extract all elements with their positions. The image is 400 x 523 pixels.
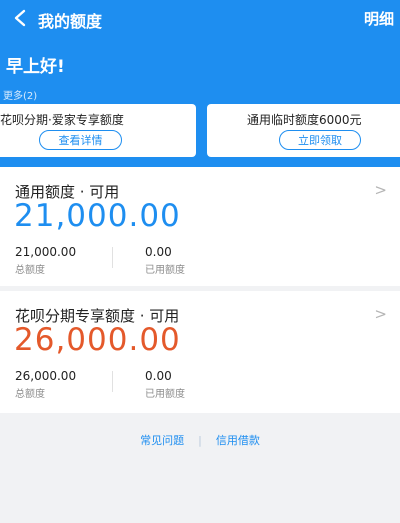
footer-separator: | xyxy=(198,433,202,447)
credit-loan-link[interactable]: 信用借款 xyxy=(216,432,260,448)
total-credit: 26,000.00 总额度 xyxy=(15,369,76,400)
total-credit-value: 21,000.00 xyxy=(15,245,77,259)
total-credit-value: 26,000.00 xyxy=(15,369,77,383)
detail-button[interactable]: 明细 xyxy=(364,8,394,29)
more-count: (2) xyxy=(23,91,38,102)
faq-link[interactable]: 常见问题 xyxy=(140,432,184,448)
total-credit-label: 总额度 xyxy=(15,265,45,276)
used-credit: 0.00 已用额度 xyxy=(145,245,185,276)
view-details-button[interactable]: 查看详情 xyxy=(39,130,122,150)
used-credit: 0.00 已用额度 xyxy=(145,369,185,400)
divider xyxy=(112,371,113,392)
greeting-text: 早上好! xyxy=(6,57,65,77)
used-credit-value: 0.00 xyxy=(145,369,172,383)
chevron-right-icon: > xyxy=(374,305,387,323)
promo-text: 通用临时额度6000元 xyxy=(247,113,362,127)
general-credit-card[interactable]: 通用额度 · 可用 > 21,000.00 21,000.00 总额度 0.00… xyxy=(0,167,400,286)
promo-card-family: 花呗分期·爱家专享额度 查看详情 xyxy=(0,104,196,157)
chevron-right-icon: > xyxy=(374,181,387,199)
footer-links: 常见问题 | 信用借款 xyxy=(0,432,400,448)
used-credit-label: 已用额度 xyxy=(145,265,185,276)
back-button[interactable] xyxy=(6,4,34,32)
total-credit: 21,000.00 总额度 xyxy=(15,245,76,276)
available-amount: 26,000.00 xyxy=(14,322,181,358)
page-title: 我的额度 xyxy=(38,12,103,31)
header-bar: 我的额度 明细 早上好! 更多(2) 花呗分期·爱家专享额度 查看详情 通用临时… xyxy=(0,0,400,167)
divider xyxy=(112,247,113,268)
promo-card-temp-credit: 通用临时额度6000元 立即领取 xyxy=(207,104,400,157)
installment-credit-card[interactable]: 花呗分期专享额度 · 可用 > 26,000.00 26,000.00 总额度 … xyxy=(0,291,400,413)
promo-text: 花呗分期·爱家专享额度 xyxy=(0,113,124,127)
used-credit-value: 0.00 xyxy=(145,245,172,259)
chevron-left-icon xyxy=(14,9,26,27)
total-credit-label: 总额度 xyxy=(15,389,45,400)
used-credit-label: 已用额度 xyxy=(145,389,185,400)
more-link[interactable]: 更多(2) xyxy=(3,87,37,102)
more-label: 更多 xyxy=(3,91,23,102)
claim-now-button[interactable]: 立即领取 xyxy=(279,130,361,150)
available-amount: 21,000.00 xyxy=(14,198,181,234)
